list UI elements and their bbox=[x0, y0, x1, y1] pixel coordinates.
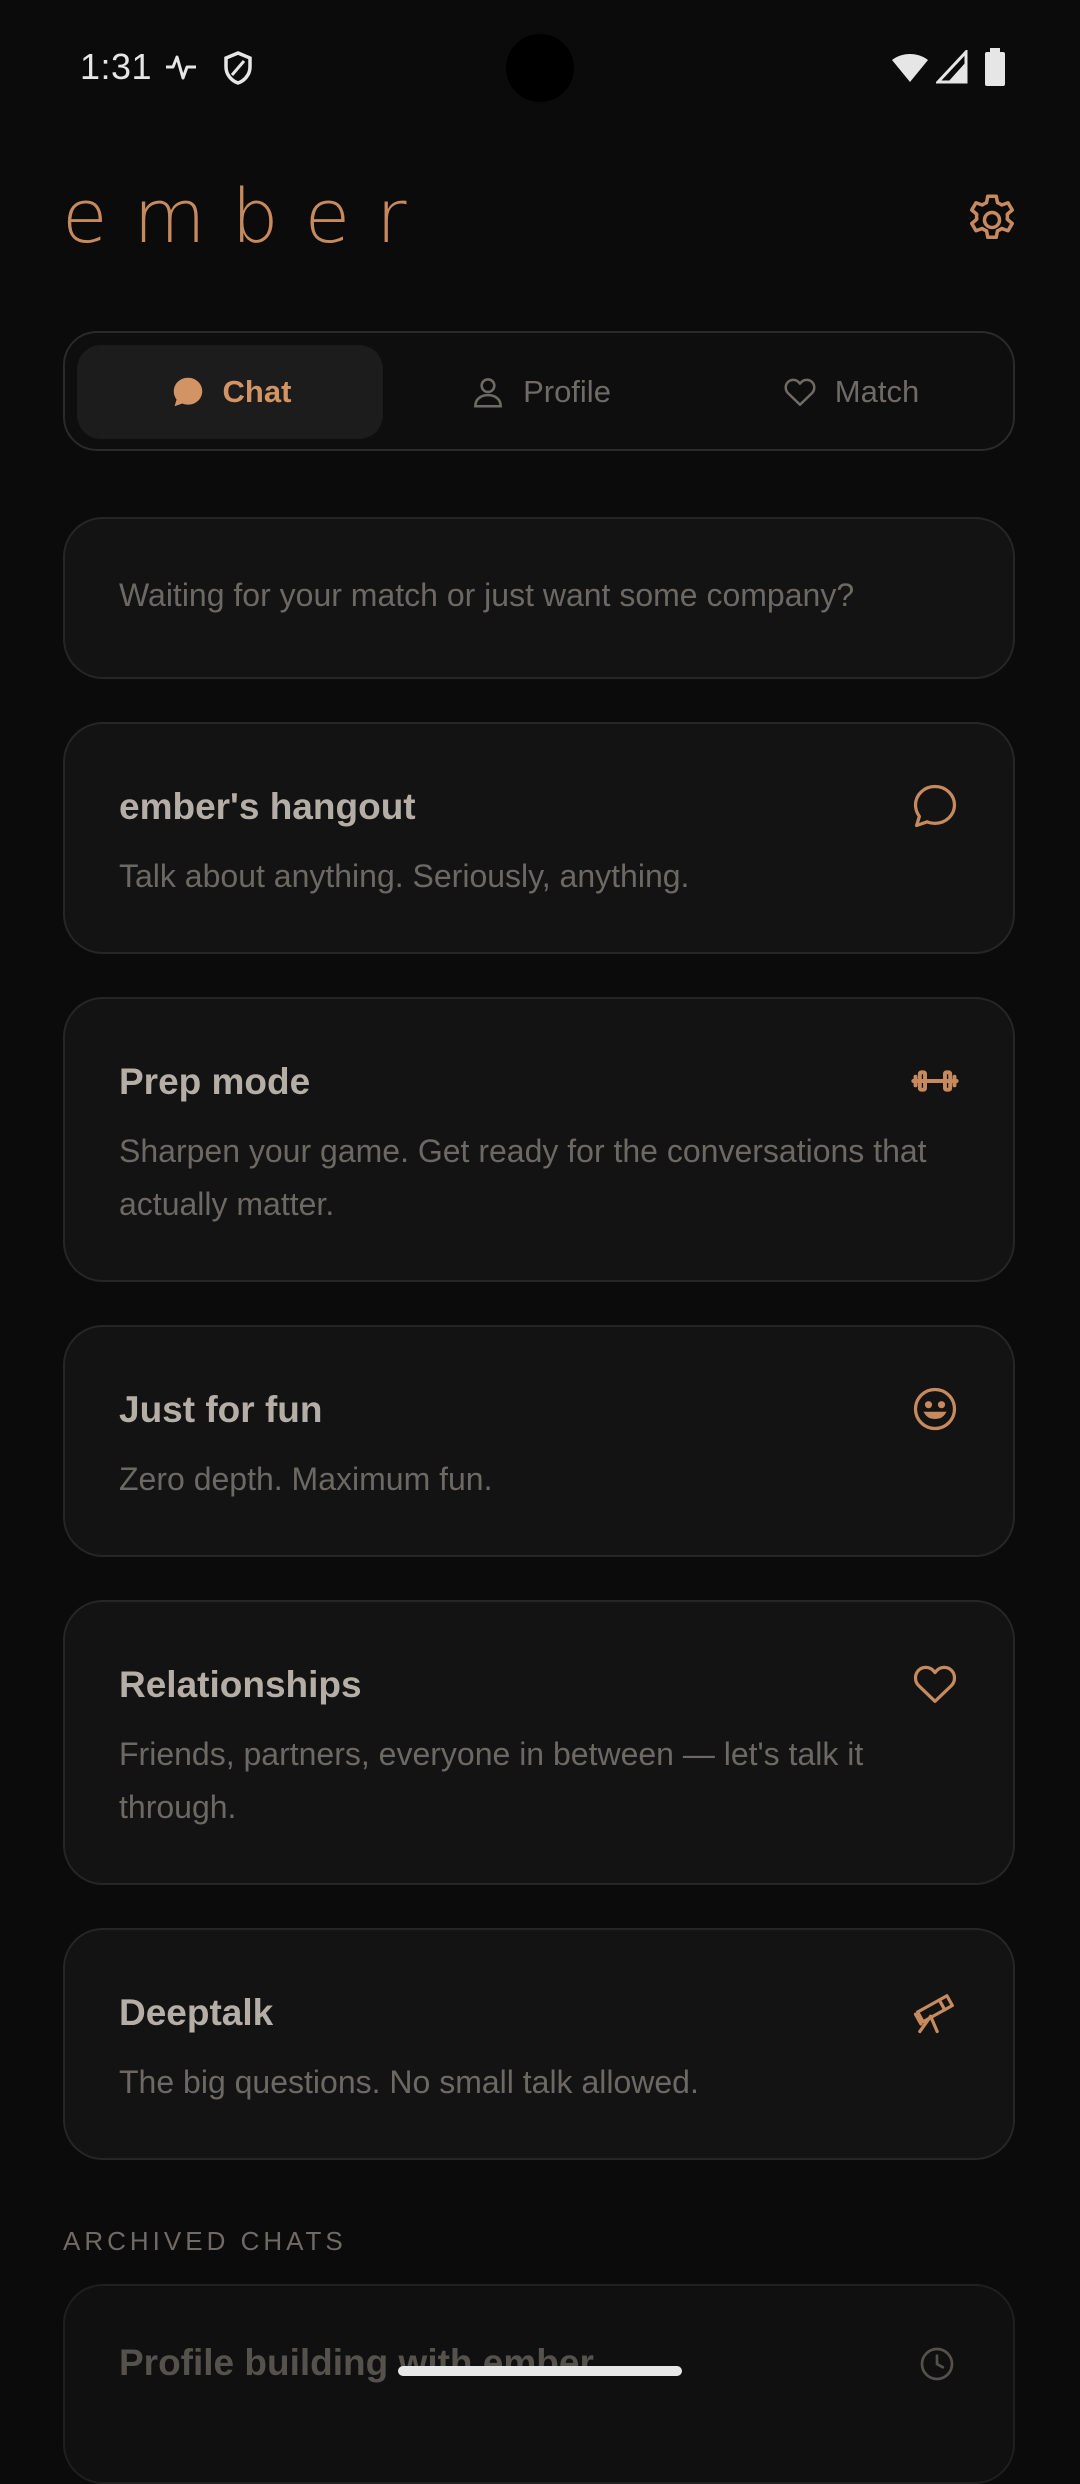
settings-button[interactable] bbox=[962, 190, 1022, 250]
chat-description: Talk about anything. Seriously, anything… bbox=[119, 858, 690, 894]
person-icon bbox=[469, 373, 507, 411]
tab-match[interactable]: Match bbox=[697, 345, 1003, 439]
chat-description: Sharpen your game. Get ready for the con… bbox=[119, 1133, 927, 1222]
chat-title: Prep mode bbox=[119, 1061, 311, 1102]
tab-chat-label: Chat bbox=[222, 374, 292, 409]
smiley-icon bbox=[909, 1383, 961, 1435]
chat-title: Relationships bbox=[119, 1664, 362, 1705]
chat-card-deeptalk[interactable]: Deeptalk The big questions. No small tal… bbox=[63, 1928, 1015, 2160]
status-bar: 1:31 bbox=[0, 0, 1080, 136]
chat-title: ember's hangout bbox=[119, 786, 416, 827]
tab-chat[interactable]: Chat bbox=[77, 345, 383, 439]
chat-title: Profile building with ember bbox=[119, 2342, 594, 2383]
dumbbell-icon bbox=[909, 1055, 961, 1107]
chat-card-hangout[interactable]: ember's hangout Talk about anything. Ser… bbox=[63, 722, 1015, 954]
status-time: 1:31 bbox=[80, 46, 153, 87]
clock-icon bbox=[917, 2344, 957, 2384]
intro-card: Waiting for your match or just want some… bbox=[63, 517, 1015, 679]
chat-card-prep-mode[interactable]: Prep mode Sharpen your game. Get ready f… bbox=[63, 997, 1015, 1282]
chat-description: Zero depth. Maximum fun. bbox=[119, 1461, 493, 1497]
tab-match-label: Match bbox=[834, 374, 920, 409]
chat-title: Deeptalk bbox=[119, 1992, 274, 2033]
heart-icon bbox=[781, 373, 819, 411]
chat-description: Friends, partners, everyone in between —… bbox=[119, 1736, 864, 1825]
chat-card-relationships[interactable]: Relationships Friends, partners, everyon… bbox=[63, 1600, 1015, 1885]
tab-profile[interactable]: Profile bbox=[387, 345, 693, 439]
telescope-icon bbox=[909, 1986, 961, 2038]
intro-text: Waiting for your match or just want some… bbox=[119, 577, 855, 613]
signal-icon bbox=[934, 48, 968, 89]
tab-profile-label: Profile bbox=[523, 374, 611, 409]
archived-chat-card[interactable]: Profile building with ember bbox=[63, 2284, 1015, 2484]
activity-icon bbox=[164, 52, 198, 87]
tab-bar: Chat Profile Match bbox=[63, 331, 1015, 451]
shield-icon bbox=[222, 50, 254, 91]
battery-icon bbox=[984, 48, 1006, 91]
chat-bubble-icon bbox=[909, 780, 961, 832]
chat-title: Just for fun bbox=[119, 1389, 323, 1430]
app-logo: ember bbox=[62, 174, 433, 260]
gear-icon bbox=[962, 194, 1022, 254]
chat-card-just-for-fun[interactable]: Just for fun Zero depth. Maximum fun. bbox=[63, 1325, 1015, 1557]
app-header: ember bbox=[0, 160, 1080, 280]
chat-bubble-icon bbox=[169, 373, 207, 411]
archived-section-label: ARCHIVED CHATS bbox=[63, 2226, 347, 2256]
wifi-icon bbox=[890, 50, 930, 89]
chat-description: The big questions. No small talk allowed… bbox=[119, 2064, 699, 2100]
heart-icon bbox=[909, 1658, 961, 1710]
home-indicator[interactable] bbox=[398, 2366, 682, 2376]
camera-cutout bbox=[506, 34, 574, 102]
